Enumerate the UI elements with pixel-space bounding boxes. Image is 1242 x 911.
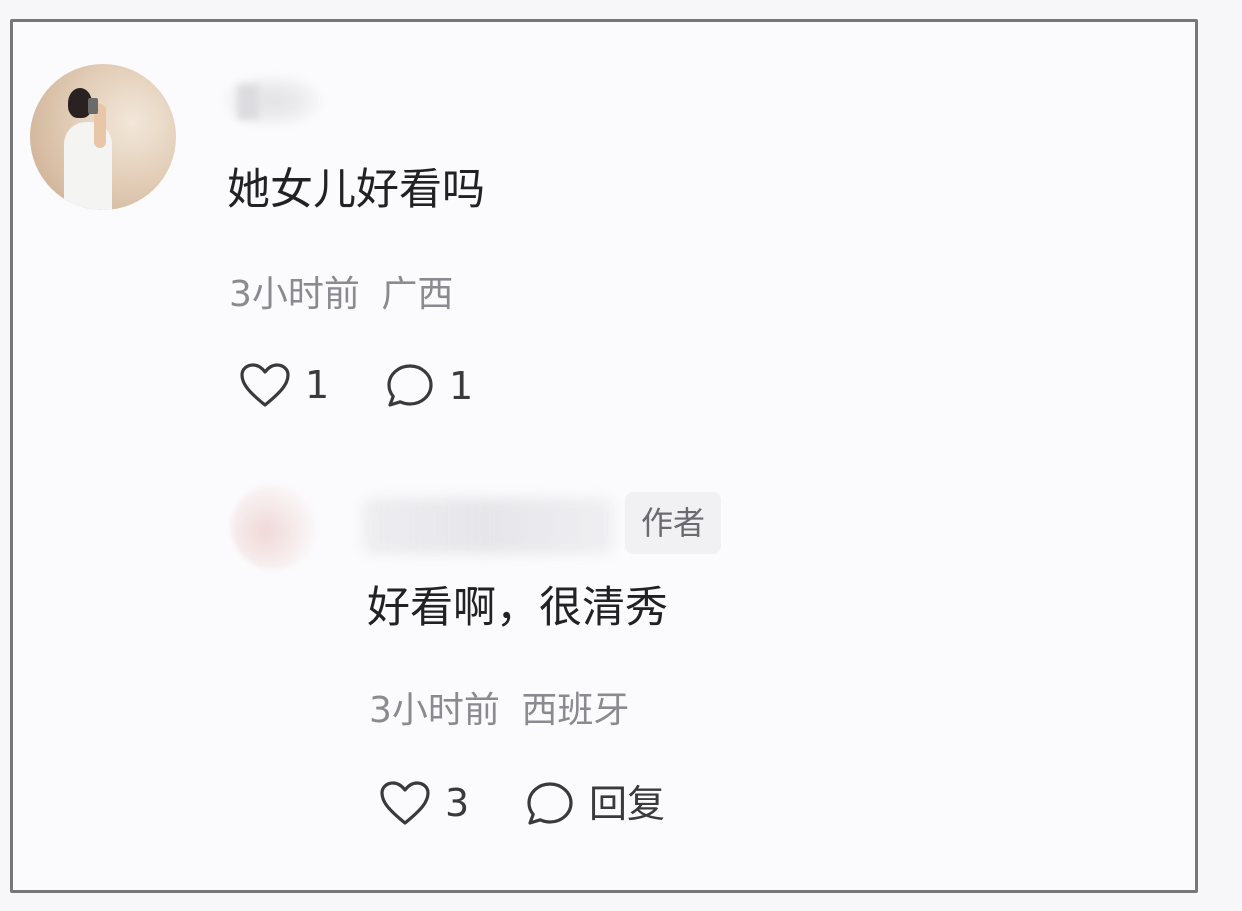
reply-time: 3小时前 bbox=[369, 690, 500, 731]
comment-reply-count: 1 bbox=[449, 364, 474, 408]
reply-meta: 3小时前 西班牙 bbox=[369, 688, 629, 734]
comment-location: 广西 bbox=[381, 274, 454, 315]
reply-location: 西班牙 bbox=[521, 690, 630, 731]
comment-text: 她女儿好看吗 bbox=[227, 165, 485, 215]
author-badge: 作者 bbox=[625, 492, 722, 554]
avatar-figure-phone bbox=[88, 98, 98, 114]
author-avatar[interactable] bbox=[231, 484, 317, 570]
commenter-name-redacted[interactable] bbox=[223, 74, 323, 128]
comment-like-count: 1 bbox=[305, 363, 330, 407]
heart-icon bbox=[380, 781, 430, 825]
comment-like-button[interactable]: 1 bbox=[239, 362, 329, 408]
reply-text: 好看啊，很清秀 bbox=[367, 583, 668, 633]
reply-like-count: 3 bbox=[445, 781, 470, 825]
reply-button[interactable]: 回复 bbox=[525, 780, 665, 828]
comment-meta: 3小时前 广西 bbox=[229, 272, 453, 318]
comment-card: 她女儿好看吗 3小时前 广西 1 1 作者 好看啊，很清秀 3小时前 西班牙 3… bbox=[10, 19, 1198, 893]
author-name-redacted[interactable] bbox=[363, 498, 613, 554]
commenter-avatar[interactable] bbox=[30, 64, 176, 210]
speech-bubble-icon bbox=[527, 782, 573, 825]
reply-button-label: 回复 bbox=[589, 782, 666, 826]
speech-bubble-icon bbox=[387, 364, 433, 407]
reply-like-button[interactable]: 3 bbox=[379, 780, 469, 826]
comment-reply-button[interactable]: 1 bbox=[385, 362, 473, 410]
comment-time: 3小时前 bbox=[229, 274, 360, 315]
heart-icon bbox=[240, 363, 290, 407]
